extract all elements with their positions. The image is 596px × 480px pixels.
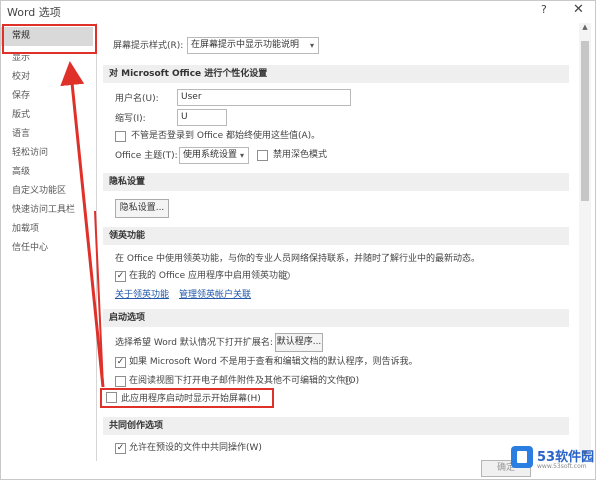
watermark-url: www.53soft.com	[537, 463, 587, 470]
reading-view-checkbox[interactable]	[115, 376, 126, 387]
theme-select[interactable]: 使用系统设置 ▾	[179, 147, 249, 164]
scroll-thumb[interactable]	[581, 41, 589, 201]
chevron-down-icon: ▾	[309, 41, 314, 50]
options-nav: 常规 显示 校对 保存 版式 语言 轻松访问 高级 自定义功能区 快速访问工具栏…	[1, 23, 97, 461]
window-title: Word 选项	[7, 6, 61, 19]
linkedin-enable-label: 在我的 Office 应用程序中启用领英功能	[129, 271, 287, 281]
help-button[interactable]: ?	[541, 3, 547, 16]
title-bar: Word 选项 ? ✕	[1, 1, 596, 21]
nav-item-trust-center[interactable]: 信任中心	[1, 239, 93, 258]
dark-mode-checkbox[interactable]	[257, 150, 268, 161]
tell-me-label: 如果 Microsoft Word 不是用于查看和编辑文档的默认程序，则告诉我。	[129, 357, 418, 367]
default-programs-label: 选择希望 Word 默认情况下打开扩展名:	[115, 338, 273, 348]
coauthoring-label: 允许在预设的文件中共同操作(W)	[129, 443, 262, 453]
info-icon[interactable]: i	[343, 376, 352, 385]
info-icon[interactable]: i	[281, 271, 290, 280]
brand-logo-icon	[511, 446, 533, 468]
default-programs-button[interactable]: 默认程序...	[275, 333, 323, 352]
username-field[interactable]: User	[177, 89, 351, 106]
always-use-label: 不管是否登录到 Office 都始终使用这些值(A)。	[131, 131, 321, 141]
always-use-checkbox[interactable]	[115, 131, 126, 142]
section-linkedin: 领英功能	[103, 227, 569, 245]
nav-item-customize-ribbon[interactable]: 自定义功能区	[1, 182, 93, 201]
close-button[interactable]: ✕	[573, 2, 584, 17]
word-options-dialog: Word 选项 ? ✕ 常规 显示 校对 保存 版式 语言 轻松访问 高级 自定…	[0, 0, 596, 480]
start-screen-annotation-box	[100, 388, 274, 408]
manage-linkedin-link[interactable]: 管理领英帐户关联	[179, 287, 251, 300]
nav-item-advanced[interactable]: 高级	[1, 163, 93, 182]
nav-item-add-ins[interactable]: 加载项	[1, 220, 93, 239]
reading-view-label: 在阅读视图下打开电子邮件附件及其他不可编辑的文件(O)	[129, 376, 360, 386]
section-startup: 启动选项	[103, 309, 569, 327]
nav-item-language[interactable]: 语言	[1, 125, 93, 144]
dark-mode-label: 禁用深色模式	[273, 150, 328, 160]
vertical-scrollbar[interactable]: ▲ ▼	[579, 23, 591, 461]
theme-label: Office 主题(T):	[115, 151, 178, 161]
chevron-down-icon: ▾	[239, 151, 244, 160]
scroll-up-icon[interactable]: ▲	[579, 23, 591, 35]
section-coauthoring: 共同创作选项	[103, 417, 569, 435]
coauthoring-checkbox[interactable]: ✓	[115, 443, 126, 454]
username-label: 用户名(U):	[115, 94, 159, 104]
nav-item-accessibility[interactable]: 轻松访问	[1, 144, 93, 163]
section-personalize: 对 Microsoft Office 进行个性化设置	[103, 65, 569, 83]
initials-field[interactable]: U	[177, 109, 227, 126]
nav-annotation-box	[2, 24, 97, 54]
nav-item-quick-access-toolbar[interactable]: 快速访问工具栏	[1, 201, 93, 220]
screentip-select[interactable]: 在屏幕提示中显示功能说明 ▾	[187, 37, 319, 54]
linkedin-description: 在 Office 中使用领英功能，与你的专业人员网络保持联系，并随时了解行业中的…	[115, 254, 480, 264]
nav-item-typography[interactable]: 版式	[1, 106, 93, 125]
nav-item-save[interactable]: 保存	[1, 87, 93, 106]
nav-item-proofing[interactable]: 校对	[1, 68, 93, 87]
section-privacy: 隐私设置	[103, 173, 569, 191]
initials-label: 缩写(I):	[115, 114, 146, 124]
theme-value: 使用系统设置	[183, 150, 238, 160]
screentip-value: 在屏幕提示中显示功能说明	[191, 40, 300, 50]
tell-me-checkbox[interactable]: ✓	[115, 357, 126, 368]
watermark-logo: 53软件园 www.53soft.com	[511, 444, 594, 474]
screentip-label: 屏幕提示样式(R):	[113, 41, 184, 51]
linkedin-enable-checkbox[interactable]: ✓	[115, 271, 126, 282]
about-linkedin-link[interactable]: 关于领英功能	[115, 287, 169, 300]
privacy-settings-button[interactable]: 隐私设置...	[115, 199, 169, 218]
